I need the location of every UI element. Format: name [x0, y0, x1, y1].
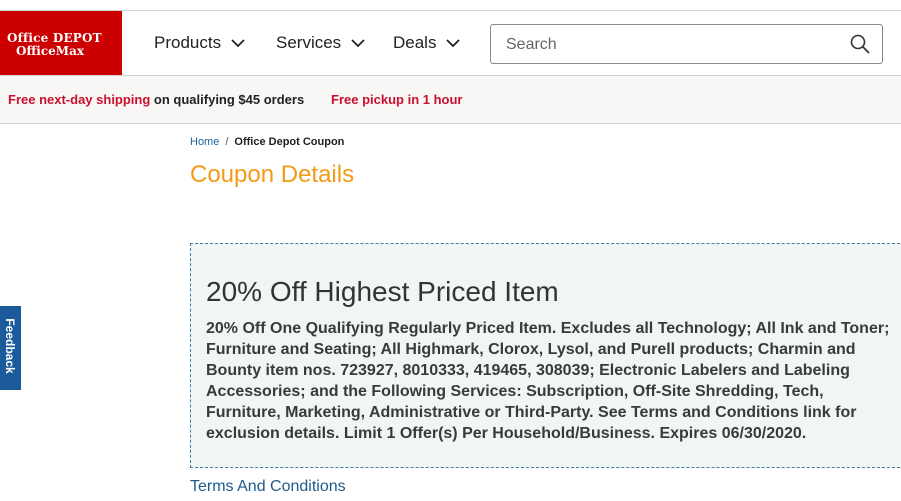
feedback-label: Feedback: [3, 318, 17, 374]
brand-logo-line2: OfficeMax: [16, 44, 85, 58]
coupon-card: 20% Off Highest Priced Item 20% Off One …: [190, 243, 901, 468]
shipping-promo-text: on qualifying $45 orders: [150, 92, 305, 107]
breadcrumb-home-link[interactable]: Home: [190, 136, 219, 148]
coupon-description: 20% Off One Qualifying Regularly Priced …: [206, 320, 890, 442]
nav-products[interactable]: Products: [154, 33, 245, 53]
brand-logo-line1: Office DEPOT: [7, 31, 102, 45]
chevron-down-icon: [446, 33, 461, 53]
search-icon[interactable]: [850, 34, 870, 59]
nav-services[interactable]: Services: [276, 33, 365, 53]
feedback-tab[interactable]: Feedback: [0, 306, 21, 390]
promo-bar: Free next-day shipping on qualifying $45…: [0, 76, 901, 124]
site-header: Office DEPOT OfficeMax Products Services…: [0, 11, 901, 76]
terms-link[interactable]: Terms And Conditions: [190, 478, 346, 496]
chevron-down-icon: [231, 33, 245, 53]
page-title: Coupon Details: [190, 161, 355, 188]
breadcrumb-current: Office Depot Coupon: [234, 136, 345, 148]
shipping-promo[interactable]: Free next-day shipping on qualifying $45…: [8, 92, 304, 107]
coupon-headline: 20% Off Highest Priced Item: [206, 276, 559, 307]
nav-products-label: Products: [154, 33, 222, 52]
search-input[interactable]: [506, 34, 826, 56]
breadcrumb: Home / Office Depot Coupon: [190, 136, 344, 148]
chevron-down-icon: [351, 33, 365, 53]
top-border: [0, 0, 901, 11]
nav-deals[interactable]: Deals: [393, 33, 461, 53]
nav-services-label: Services: [276, 33, 342, 52]
brand-logo[interactable]: Office DEPOT OfficeMax: [0, 11, 122, 75]
breadcrumb-separator: /: [225, 136, 229, 148]
shipping-promo-highlight: Free next-day shipping: [8, 92, 151, 107]
search-box: [490, 24, 883, 64]
pickup-promo[interactable]: Free pickup in 1 hour: [331, 92, 462, 107]
nav-deals-label: Deals: [393, 33, 437, 52]
